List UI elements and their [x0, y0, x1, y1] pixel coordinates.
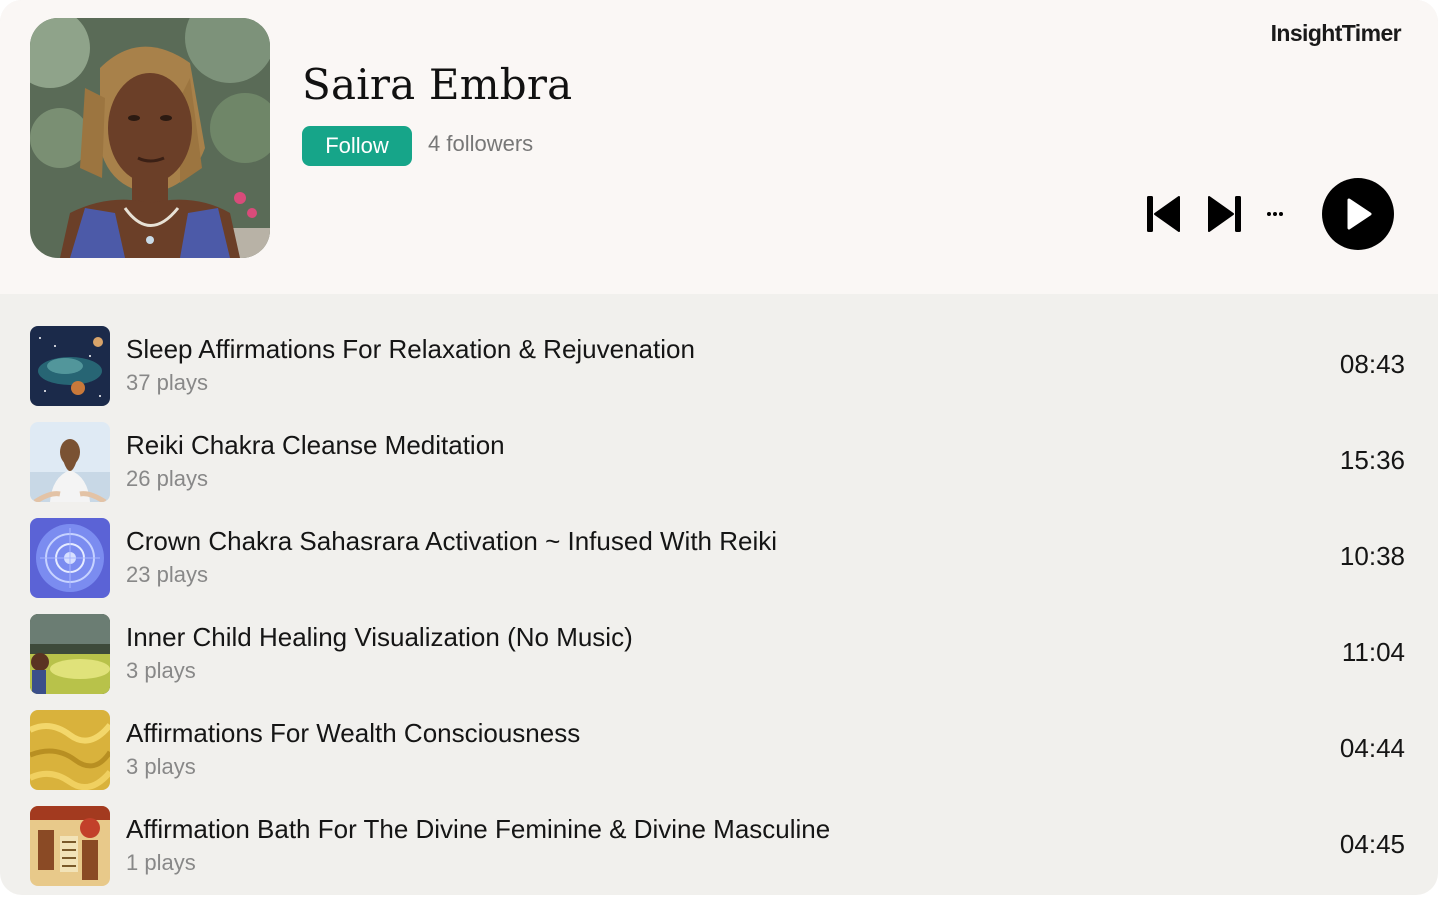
track-row[interactable]: Crown Chakra Sahasrara Activation ~ Infu…: [0, 486, 1438, 598]
previous-track-button[interactable]: [1144, 194, 1182, 234]
track-duration: 10:38: [1339, 541, 1405, 571]
follow-button[interactable]: Follow: [302, 126, 412, 166]
track-row[interactable]: Reiki Chakra Cleanse Meditation 26 plays…: [0, 390, 1438, 502]
skip-forward-icon: [1208, 196, 1241, 232]
artist-header: Saira Embra Follow 4 followers InsightTi…: [0, 0, 1438, 294]
track-title: Affirmation Bath For The Divine Feminine…: [126, 814, 831, 844]
track-row[interactable]: Inner Child Healing Visualization (No Mu…: [0, 582, 1438, 694]
track-title: Affirmations For Wealth Consciousness: [126, 718, 581, 748]
track-duration: 11:04: [1341, 637, 1405, 667]
track-thumbnail: [30, 806, 110, 886]
track-title: Sleep Affirmations For Relaxation & Reju…: [126, 334, 695, 364]
track-duration: 08:43: [1339, 349, 1405, 379]
egyptian-art-thumbnail: [30, 806, 110, 886]
skip-back-icon: [1147, 196, 1180, 232]
track-duration: 04:45: [1339, 829, 1405, 859]
brand-logo: InsightTimer: [1270, 20, 1402, 46]
more-options-button[interactable]: [1264, 204, 1288, 224]
play-button[interactable]: [1322, 178, 1394, 250]
track-plays: 1 plays: [126, 850, 196, 875]
ellipsis-icon: [1267, 212, 1283, 216]
track-title: Reiki Chakra Cleanse Meditation: [126, 430, 505, 460]
artist-name: Saira Embra: [302, 60, 573, 109]
track-row[interactable]: Affirmation Bath For The Divine Feminine…: [0, 774, 1438, 886]
track-row[interactable]: Affirmations For Wealth Consciousness 3 …: [0, 678, 1438, 790]
artist-player-card: Saira Embra Follow 4 followers InsightTi…: [0, 0, 1438, 895]
play-icon: [1347, 198, 1372, 230]
avatar-photo: [30, 18, 270, 258]
track-title: Crown Chakra Sahasrara Activation ~ Infu…: [126, 526, 778, 556]
track-duration: 04:44: [1339, 733, 1405, 763]
next-track-button[interactable]: [1206, 194, 1244, 234]
track-title: Inner Child Healing Visualization (No Mu…: [126, 622, 633, 652]
track-row[interactable]: Sleep Affirmations For Relaxation & Reju…: [0, 294, 1438, 406]
artist-avatar[interactable]: [30, 18, 270, 258]
followers-count: 4 followers: [428, 131, 534, 156]
track-duration: 15:36: [1339, 445, 1405, 475]
